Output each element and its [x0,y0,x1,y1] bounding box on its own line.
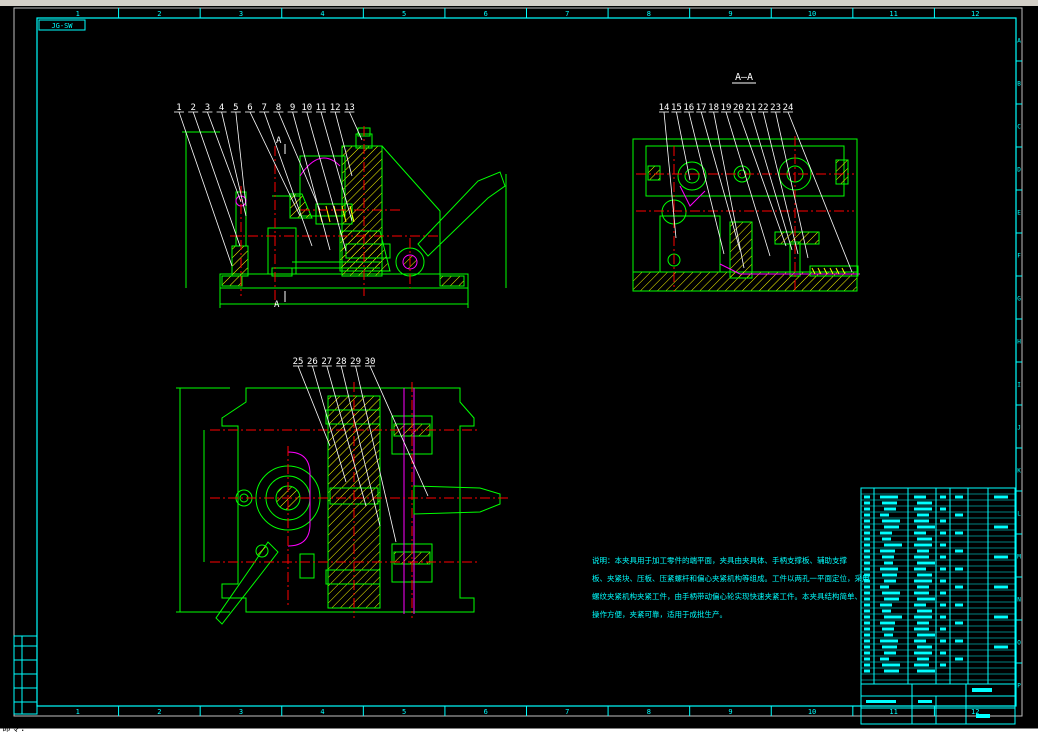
row-label: E [1017,210,1021,217]
technical-notes: 说明：本夹具用于加工零件的端平面，夹具由夹具体、手柄支撑板、辅助支撑 板、夹紧块… [592,555,870,619]
callout-20: 20 [733,103,744,113]
drawing-code-box: JG-SW [38,19,86,31]
section-view-leaders [659,111,853,273]
callout-30: 30 [365,357,376,367]
callout-15: 15 [671,103,682,113]
tech-note-line-3: 螺纹夹紧机构夹紧工件，由手柄带动偏心轮实现快速夹紧工件。本夹具结构简单、 [592,591,862,601]
row-label: O [1017,640,1021,647]
callout-22: 22 [758,103,769,113]
outer-border [13,7,1023,717]
row-label: K [1017,468,1021,475]
column-label-top: 11 [889,10,897,18]
row-label: A [1017,38,1021,45]
tech-note-line-4: 操作方便，夹紧可靠，适用于成批生产。 [592,609,727,619]
section-marker-bottom: A [274,300,280,310]
column-label-bottom: 4 [320,708,324,716]
cad-drawing-canvas[interactable]: 1 2 3 4 5 6 7 8 9 10 11 12 1 2 3 4 5 6 7 8 9 10 11 12 ABCDEFGH… [0,6,1038,728]
callout-6: 6 [247,103,252,113]
callout-17: 17 [696,103,707,113]
callout-25: 25 [293,357,304,367]
row-label: J [1017,425,1021,432]
inner-border [36,17,1017,707]
row-label: N [1017,597,1021,604]
column-label-top: 7 [565,10,569,18]
callout-3: 3 [205,103,210,113]
column-label-bottom: 9 [728,708,732,716]
column-label-bottom: 1 [76,708,80,716]
column-label-top: 4 [320,10,324,18]
row-label: I [1017,382,1021,389]
row-label: C [1017,124,1021,131]
column-labels-bottom: 1 2 3 4 5 6 7 8 9 10 11 12 [76,708,980,716]
section-view[interactable]: A—A 14 15 16 17 18 19 20 21 22 23 24 [632,72,860,292]
callout-18: 18 [708,103,719,113]
row-label: B [1017,81,1021,88]
row-labels: A B C D E F G H I J K L M N O P [1017,38,1021,690]
column-label-bottom: 3 [239,708,243,716]
column-label-top: 8 [647,10,651,18]
row-label: G [1017,296,1021,303]
top-view-callouts: 25 26 27 28 29 30 [293,357,376,367]
section-view-callouts: 14 15 16 17 18 19 20 21 22 23 24 [659,103,794,113]
row-label: H [1017,339,1021,346]
tech-note-line-1: 说明：本夹具用于加工零件的端平面，夹具由夹具体、手柄支撑板、辅助支撑 [592,555,847,565]
column-labels-top: 1 2 3 4 5 6 7 8 9 10 11 12 [76,10,980,18]
column-label-top: 12 [971,10,979,18]
callout-4: 4 [219,103,224,113]
callout-16: 16 [683,103,694,113]
callout-5: 5 [233,103,238,113]
column-label-bottom: 11 [889,708,897,716]
column-label-top: 1 [76,10,80,18]
callout-8: 8 [276,103,281,113]
column-label-top: 10 [808,10,816,18]
column-label-bottom: 2 [157,708,161,716]
front-view[interactable]: A A 1 2 3 4 5 6 7 8 9 10 11 12 13 [174,103,507,310]
drawing-code-label: JG-SW [51,22,73,30]
callout-24: 24 [783,103,794,113]
tech-note-line-2: 板、夹紧块、压板、压紧螺杆和偏心夹紧机构等组成。工件以两孔一平面定位，采用 [592,573,870,583]
command-prompt: 命令: [2,724,26,734]
callout-12: 12 [330,103,341,113]
parts-list-table [860,487,1016,685]
row-label: D [1017,167,1021,174]
front-view-callouts: 1 2 3 4 5 6 7 8 9 10 11 12 13 [176,103,355,113]
callout-13: 13 [344,103,355,113]
column-label-top: 3 [239,10,243,18]
column-grid-ticks [118,8,935,716]
section-title: A—A [735,72,753,83]
column-label-top: 6 [484,10,488,18]
callout-14: 14 [659,103,670,113]
callout-27: 27 [321,357,332,367]
row-label: L [1017,511,1021,518]
callout-29: 29 [350,357,361,367]
column-label-bottom: 6 [484,708,488,716]
row-label: F [1017,253,1021,260]
callout-9: 9 [290,103,295,113]
column-label-bottom: 8 [647,708,651,716]
callout-7: 7 [261,103,266,113]
column-label-top: 2 [157,10,161,18]
column-label-bottom: 7 [565,708,569,716]
revision-table [13,635,38,715]
drawing-svg: 1 2 3 4 5 6 7 8 9 10 11 12 1 2 3 4 5 6 7 8 9 10 11 12 ABCDEFGH… [13,7,1023,725]
callout-2: 2 [190,103,195,113]
column-label-bottom: 5 [402,708,406,716]
section-marker-top: A [276,136,282,146]
column-label-bottom: 10 [808,708,816,716]
callout-23: 23 [770,103,781,113]
callout-19: 19 [721,103,732,113]
callout-21: 21 [745,103,756,113]
column-label-top: 5 [402,10,406,18]
callout-26: 26 [307,357,318,367]
callout-28: 28 [336,357,347,367]
row-label: M [1017,554,1021,561]
callout-1: 1 [176,103,181,113]
column-label-top: 9 [728,10,732,18]
row-label: P [1017,683,1021,690]
callout-11: 11 [316,103,327,113]
title-block [860,683,1016,725]
row-grid-ticks [1016,60,1022,664]
callout-10: 10 [301,103,312,113]
top-view[interactable]: 25 26 27 28 29 30 [176,357,510,625]
